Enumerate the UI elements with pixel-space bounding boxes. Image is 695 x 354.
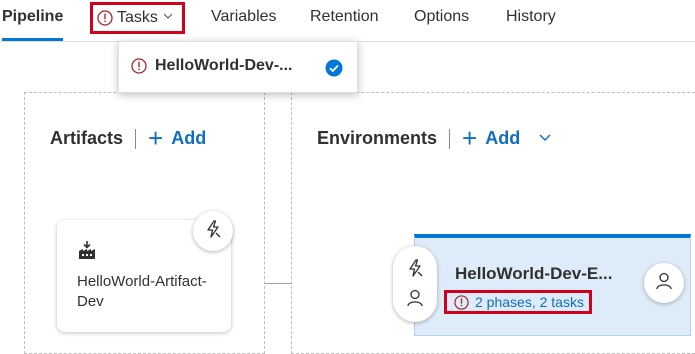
environments-header: Environments + Add (317, 122, 552, 153)
plus-icon: + (462, 122, 478, 153)
build-artifact-icon (77, 240, 97, 265)
tasks-dropdown-item-label: HelloWorld-Dev-... (155, 57, 293, 74)
artifact-trigger-button[interactable] (193, 211, 233, 251)
divider (135, 128, 137, 149)
tasks-dropdown-menu: HelloWorld-Dev-... (118, 41, 358, 93)
environment-tasks-link[interactable]: 2 phases, 2 tasks (444, 290, 592, 314)
plus-icon: + (148, 122, 164, 153)
add-artifact-label: Add (171, 128, 207, 148)
lightning-icon (203, 219, 223, 244)
tab-variables[interactable]: Variables (211, 0, 277, 38)
divider (449, 128, 451, 149)
tab-history[interactable]: History (506, 0, 556, 38)
user-icon (654, 271, 674, 296)
chevron-down-icon (162, 5, 174, 31)
warning-icon (131, 58, 147, 74)
artifacts-header: Artifacts + Add (50, 122, 207, 153)
check-circle-icon (325, 59, 343, 77)
chevron-down-icon (538, 128, 552, 149)
artifacts-title: Artifacts (50, 128, 124, 148)
warning-icon (454, 294, 469, 310)
add-environment-button[interactable]: + Add (462, 122, 552, 153)
tab-tasks-label: Tasks (117, 9, 158, 26)
add-artifact-button[interactable]: + Add (148, 122, 207, 153)
artifact-name: HelloWorld-Artifact-Dev (77, 273, 207, 310)
environment-tasks-summary: 2 phases, 2 tasks (475, 294, 584, 310)
tab-pipeline[interactable]: Pipeline (2, 0, 64, 41)
tab-tasks[interactable]: Tasks (90, 2, 185, 34)
environment-name: HelloWorld-Dev-E... (455, 264, 613, 283)
pre-deployment-conditions (393, 246, 437, 322)
tab-retention[interactable]: Retention (310, 0, 379, 38)
add-environment-label: Add (485, 128, 521, 148)
warning-icon (97, 10, 113, 26)
environments-title: Environments (317, 128, 438, 148)
tab-options[interactable]: Options (414, 0, 469, 38)
post-deployment-approvers-button[interactable] (644, 263, 684, 303)
tab-bar: Pipeline Tasks Variables Retention Optio… (0, 0, 695, 42)
tasks-dropdown-item[interactable]: HelloWorld-Dev-... (131, 57, 293, 75)
lightning-icon[interactable] (405, 258, 425, 283)
user-icon[interactable] (405, 288, 425, 313)
